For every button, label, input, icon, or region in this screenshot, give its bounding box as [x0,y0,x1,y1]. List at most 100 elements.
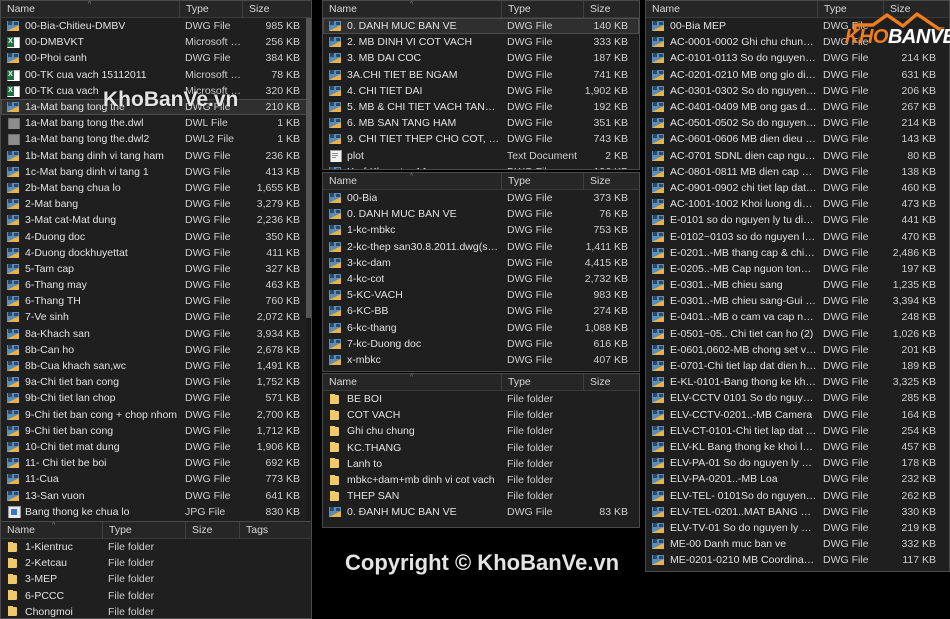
table-row[interactable]: Ghi chu chung File folder [323,423,639,439]
file-list-panel-mep-drawings[interactable]: Name Type Size 00-Bia MEP DWG File AC-0001… [645,0,950,572]
file-name-cell[interactable]: mbkc+dam+mb dinh vi cot vach [323,474,501,486]
file-name-cell[interactable]: E-0401..-MB o cam va cap nguon [646,311,817,323]
file-name-cell[interactable]: E-0301..-MB chieu sang-Gui PCCC [646,295,817,307]
table-row[interactable]: 7-Ve sinh DWG File 2,072 KB [1,309,311,325]
table-row[interactable]: AC-0501-0502 So do nguyen ly Dien dieu..… [646,115,949,131]
table-row[interactable]: E-0701-Chi tiet lap dat dien hinh DWG Fil… [646,358,949,374]
file-name-cell[interactable]: ME-0201-0210 MB Coordination ME [646,554,817,566]
file-name-cell[interactable]: AC-0601-0606 MB dien dieu khien dieu h..… [646,133,817,145]
file-list-panel-structure-kc[interactable]: Name Type Size ^ 00-Bia DWG File 373 KB 0. … [322,172,640,372]
table-row[interactable]: 00-Bia-Chitieu-DMBV DWG File 985 KB [1,18,311,34]
file-name-cell[interactable]: 00-TK cua vach 15112011 [1,69,179,81]
table-row[interactable]: Xref-KhungtenA1 DWG File196 KB [323,164,639,169]
table-row[interactable]: AC-0601-0606 MB dien dieu khien dieu h..… [646,131,949,147]
table-row[interactable]: ELV-PA-0201..-MB Loa DWG File 232 KB [646,471,949,487]
file-name-cell[interactable]: E-0701-Chi tiet lap dat dien hinh [646,360,817,372]
file-name-cell[interactable]: 1b-Mat bang dinh vi tang ham [1,150,179,162]
column-header-type[interactable]: Type [817,1,883,18]
table-row[interactable]: 1b-Mat bang dinh vi tang ham DWG File 236 … [1,148,311,164]
table-row[interactable]: 1a-Mat bang tong the DWG File 210 KB [1,98,311,116]
table-row[interactable]: 9. CHI TIET THEP CHO COT, VACH TANG ... D… [323,131,639,147]
table-row[interactable]: E-0201..-MB thang cap & chi tiet khu ky … [646,245,949,261]
file-rows[interactable]: 1-Kientruc File folder 2-Ketcau File folder… [1,539,311,618]
file-name-cell[interactable]: E-0101 so do nguyen ly tu dien tong [646,214,817,226]
file-rows[interactable]: 00-Bia MEP DWG File AC-0001-0002 Ghi chu c… [646,18,949,571]
file-name-cell[interactable]: ELV-CCTV 0101 So do nguyen ly HT came... [646,392,817,404]
file-name-cell[interactable]: 10-Chi tiet mat dung [1,441,179,453]
file-name-cell[interactable]: 1-kc-mbkc [323,224,501,236]
file-name-cell[interactable]: ELV-CT-0101-Chi tiet lap dat dien hinh [646,425,817,437]
table-row[interactable]: ELV-PA-01 So do nguyen ly ht loa DWG File… [646,455,949,471]
table-row[interactable]: 2-kc-thep san30.8.2011.dwg(sua lan 2) DWG… [323,239,639,255]
table-row[interactable]: E-0601,0602-MB chong set va tiep dia DWG … [646,342,949,358]
table-row[interactable]: 00-DMBVKT Microsoft Excel 97... 256 KB [1,34,311,50]
column-header-name[interactable]: Name [646,1,817,18]
column-header-row[interactable]: Name Type Size ^ [1,1,311,18]
file-name-cell[interactable]: 7-Ve sinh [1,311,179,323]
table-row[interactable]: 0. ĐANH MUC BAN VE DWG File 83 KB [323,504,639,520]
table-row[interactable]: 3A.CHI TIET BE NGAM DWG File 741 KB [323,67,639,83]
table-row[interactable]: 2b-Mat bang chua lo DWG File 1,655 KB [1,180,311,196]
table-row[interactable]: ELV-TV-01 So do nguyen ly ht tivi DWG Fil… [646,520,949,536]
file-name-cell[interactable]: 2b-Mat bang chua lo [1,182,179,194]
file-name-cell[interactable]: 1a-Mat bang tong the.dwl2 [1,133,179,146]
file-name-cell[interactable]: 1c-Mat bang dinh vi tang 1 [1,166,179,178]
file-name-cell[interactable]: 7-kc-Duong doc [323,338,501,350]
scrollbar-thumb[interactable] [306,18,311,318]
table-row[interactable]: 5. MB & CHI TIET VACH TANG HAM DWG File 19… [323,99,639,115]
file-name-cell[interactable]: 2. MB DINH VI COT VACH [323,36,501,48]
file-name-cell[interactable]: 6-PCCC [1,590,102,602]
table-row[interactable]: 0. DANH MUC BAN VE DWG File 76 KB [323,206,639,222]
file-name-cell[interactable]: 00-Bia [323,192,501,204]
file-name-cell[interactable]: AC-0501-0502 So do nguyen ly Dien dieu..… [646,117,817,129]
file-name-cell[interactable]: AC-0201-0210 MB ong gio dieu hoa [646,69,817,81]
file-name-cell[interactable]: 00-Bia-Chitieu-DMBV [1,20,179,32]
table-row[interactable]: KC.THANG File folder [323,440,639,456]
file-name-cell[interactable]: 9-Chi tiet ban cong [1,425,179,437]
file-list-panel-structure-drawings[interactable]: Name Type Size ^ 0. DANH MUC BAN VE DWG F… [322,0,640,170]
table-row[interactable]: 00-TK cua vach 15112011 Microsoft Excel 9… [1,67,311,83]
file-name-cell[interactable]: Chongmoi [1,606,102,618]
column-header-tags[interactable]: Tags [239,522,299,539]
file-name-cell[interactable]: x-mbkc [323,354,501,366]
file-name-cell[interactable]: plot [323,150,501,162]
table-row[interactable]: 5-KC-VACH DWG File 983 KB [323,287,639,303]
file-name-cell[interactable]: 13-San vuon [1,490,179,502]
file-name-cell[interactable]: AC-0101-0113 So do nguyen ly thong gio [646,52,817,64]
file-name-cell[interactable]: 2-Ketcau [1,557,102,569]
table-row[interactable]: ELV-KL Bang thong ke khoi luong DWG File 4… [646,439,949,455]
table-row[interactable]: AC-0001-0002 Ghi chu chung va thong s...… [646,34,949,50]
file-name-cell[interactable]: BE BOI [323,393,501,405]
table-row[interactable]: 11-Cua DWG File 773 KB [1,471,311,487]
file-name-cell[interactable]: 6. MB SAN TANG HAM [323,117,501,129]
table-row[interactable]: 1-Kientruc File folder [1,539,311,555]
table-row[interactable]: 13-San vuon DWG File 641 KB [1,487,311,503]
table-row[interactable]: 4-kc-cot DWG File 2,732 KB [323,271,639,287]
file-name-cell[interactable]: Lanh to [323,458,501,470]
table-row[interactable]: ELV-TEL-0201..MAT BANG TEL, LAN, TV DWG F… [646,504,949,520]
table-row[interactable]: 00-Bia DWG File 373 KB [323,190,639,206]
table-row[interactable]: 1c-Mat bang dinh vi tang 1 DWG File 413 KB [1,164,311,180]
table-row[interactable]: BE BOI File folder [323,391,639,407]
file-name-cell[interactable]: E-0201..-MB thang cap & chi tiet khu ky … [646,247,817,259]
file-name-cell[interactable]: AC-0901-0902 chi tiet lap dat dieu hoa k… [646,182,817,194]
file-name-cell[interactable]: E-KL-0101-Bang thong ke khoi luong dien [646,376,817,388]
table-row[interactable]: ME-0201-0210 MB Coordination ME DWG File 1… [646,552,949,568]
table-row[interactable]: AC-1001-1002 Khoi luong dieu hoa khon...… [646,196,949,212]
column-header-row[interactable]: Name Type Size ^ [323,1,639,18]
table-row[interactable]: Chongmoi File folder [1,604,311,618]
file-name-cell[interactable]: AC-0401-0409 MB ong gas dieu hoa [646,101,817,113]
file-name-cell[interactable]: AC-0701 SDNL dien cap nguon DH [646,150,817,162]
file-list-panel-root-folders[interactable]: Name Type Size Tags ^ 1-Kientruc File fol… [0,521,312,619]
table-row[interactable]: Bang thong ke chua lo JPG File 830 KB [1,504,311,520]
file-name-cell[interactable]: 5-Tam cap [1,263,179,275]
file-rows[interactable]: 0. DANH MUC BAN VE DWG File 140 KB 2. MB DI… [323,18,639,169]
table-row[interactable]: 8a-Khach san DWG File 3,934 KB [1,326,311,342]
file-name-cell[interactable]: AC-0001-0002 Ghi chu chung va thong s... [646,36,817,48]
table-row[interactable]: 0. DANH MUC BAN VE DWG File 140 KB [323,18,639,35]
file-name-cell[interactable]: 3-Mat cat-Mat dung [1,214,179,226]
file-name-cell[interactable]: 6-kc-thang [323,322,501,334]
file-name-cell[interactable]: E-0205..-MB Cap nguon tong the [646,263,817,275]
table-row[interactable]: 7-kc-Duong doc DWG File 616 KB [323,336,639,352]
file-name-cell[interactable]: 4-kc-cot [323,273,501,285]
